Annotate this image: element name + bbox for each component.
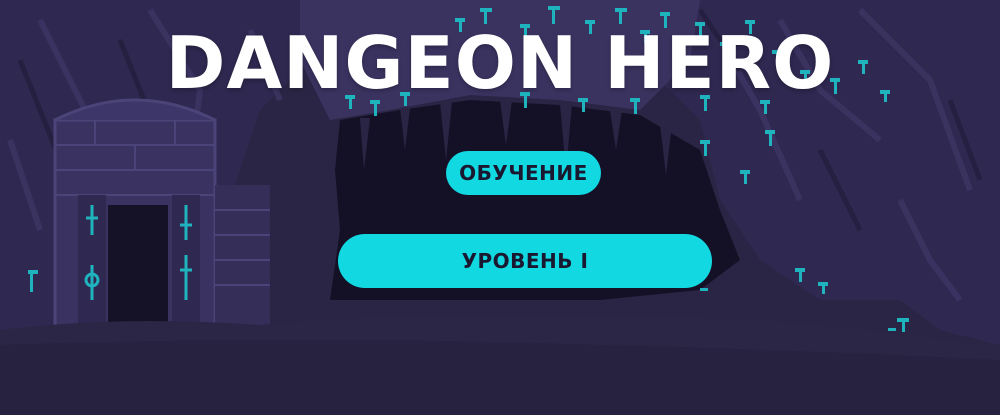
tutorial-button[interactable]: ОБУЧЕНИЕ [446, 151, 601, 195]
game-title: DANGEON HERO [165, 21, 835, 105]
game-menu-screen: DANGEON HERO ОБУЧЕНИЕ УРОВЕНЬ I [0, 0, 1000, 415]
level-1-button[interactable]: УРОВЕНЬ I [338, 234, 712, 288]
